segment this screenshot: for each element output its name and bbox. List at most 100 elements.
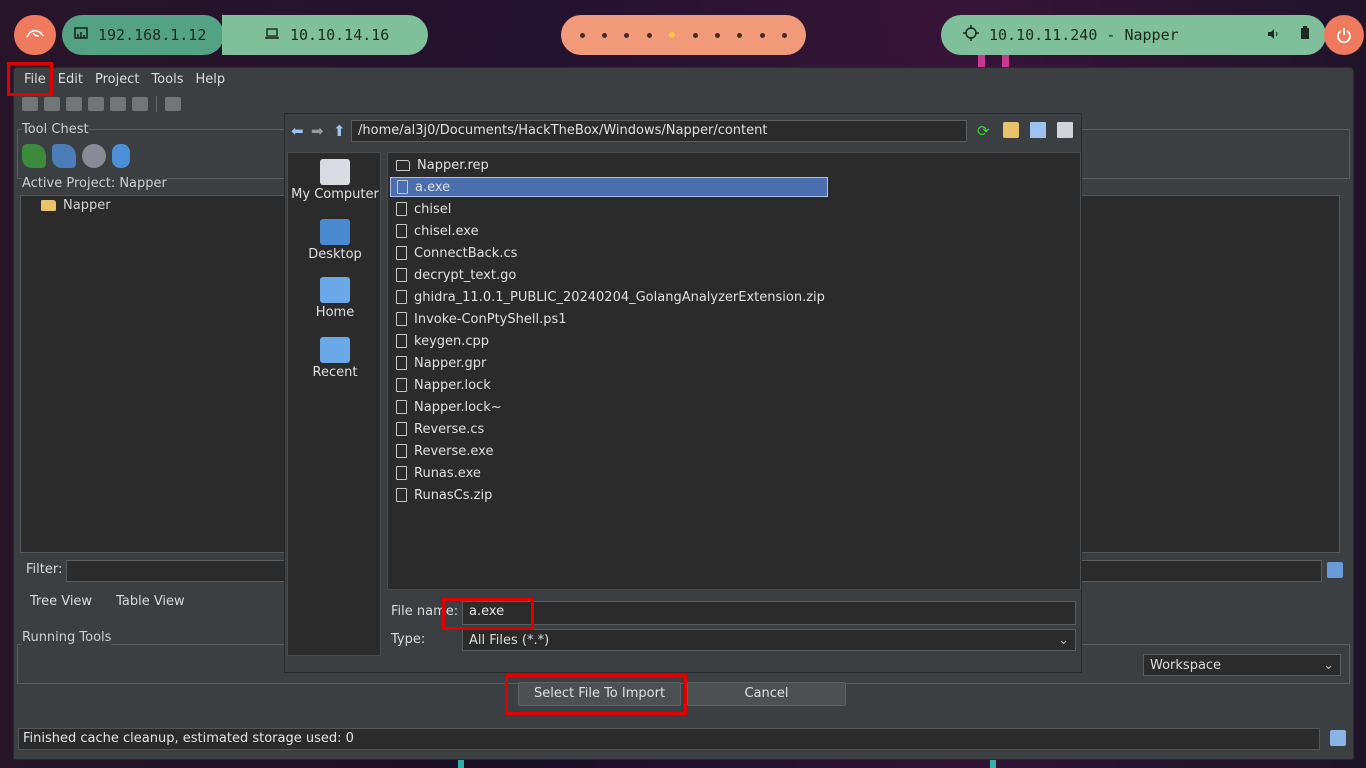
workspace-dot-4[interactable] <box>646 32 652 38</box>
menu-tools[interactable]: Tools <box>145 72 189 87</box>
file-list-item[interactable]: Invoke-ConPtyShell.ps1 <box>390 309 828 329</box>
close-project-icon[interactable] <box>66 97 82 111</box>
file-name: Napper.gpr <box>414 355 487 371</box>
power-button[interactable] <box>1324 15 1364 55</box>
file-name: Napper.rep <box>417 157 489 173</box>
file-list-item[interactable]: ghidra_11.0.1_PUBLIC_20240204_GolangAnal… <box>390 287 828 307</box>
laptop-icon <box>264 26 280 44</box>
local-ip-text: 192.168.1.12 <box>98 26 207 44</box>
file-list-item[interactable]: keygen.cpp <box>390 331 828 351</box>
filter-label: Filter: <box>26 562 63 577</box>
battery-icon[interactable] <box>1300 26 1310 44</box>
back-arrow-icon[interactable]: ⬅ <box>291 122 304 140</box>
volume-icon[interactable] <box>1267 26 1279 44</box>
list-view-icon[interactable] <box>1057 122 1073 138</box>
kali-logo-button[interactable] <box>14 15 56 55</box>
file-icon <box>396 444 407 458</box>
forward-arrow-icon[interactable]: ➡ <box>311 122 324 140</box>
place-home[interactable]: Home <box>288 277 382 320</box>
target-text: 10.10.11.240 - Napper <box>989 26 1179 44</box>
version-tracking-icon[interactable] <box>82 144 106 168</box>
code-browser-dragon-icon[interactable] <box>22 144 46 168</box>
workspace-select-value: Workspace <box>1150 658 1222 673</box>
new-folder-icon[interactable] <box>1003 122 1019 138</box>
emulator-icon[interactable] <box>112 144 130 168</box>
file-icon <box>396 488 407 502</box>
file-list-item[interactable]: Napper.lock~ <box>390 397 828 417</box>
debugger-icon[interactable] <box>52 144 76 168</box>
file-list-item[interactable]: Napper.rep <box>390 155 828 175</box>
file-list[interactable]: Napper.rep a.exe chisel chisel.exe ConnectBa… <box>387 152 1081 590</box>
power-icon <box>1337 28 1351 43</box>
workspace-dot-3[interactable] <box>624 32 630 38</box>
computer-icon <box>320 159 350 185</box>
workspace-select[interactable]: Workspace ⌄ <box>1143 654 1341 676</box>
running-tools-title: Running Tools <box>22 630 112 645</box>
path-field[interactable]: /home/al3j0/Documents/HackTheBox/Windows… <box>351 120 967 142</box>
workspace-dot-7[interactable] <box>715 32 721 38</box>
menu-edit[interactable]: Edit <box>52 72 89 87</box>
file-list-item[interactable]: chisel <box>390 199 828 219</box>
menu-help[interactable]: Help <box>189 72 231 87</box>
console-icon[interactable] <box>1330 730 1346 746</box>
new-project-icon[interactable] <box>22 97 38 111</box>
vpn-ip-widget[interactable]: 10.10.14.16 <box>222 15 428 55</box>
file-icon <box>396 246 407 260</box>
workspace-dot-5[interactable] <box>669 32 676 38</box>
clear-filter-icon[interactable] <box>1327 562 1343 578</box>
status-text: Finished cache cleanup, estimated storag… <box>23 731 354 746</box>
tab-tree-view[interactable]: Tree View <box>18 589 104 617</box>
dragon-icon <box>26 29 44 38</box>
file-list-item[interactable]: Reverse.exe <box>390 441 828 461</box>
target-widget[interactable]: 10.10.11.240 - Napper <box>941 15 1258 55</box>
tree-root-napper[interactable]: Napper <box>41 198 111 213</box>
file-chooser-dialog: ⬅ ➡ ⬆ /home/al3j0/Documents/HackTheBox/W… <box>284 113 1082 673</box>
file-list-item[interactable]: RunasCs.zip <box>390 485 828 505</box>
workspace-dot-2[interactable] <box>602 32 608 38</box>
details-view-icon[interactable] <box>1030 122 1046 138</box>
chevron-down-icon: ⌄ <box>1323 658 1334 673</box>
vpn-ip-text: 10.10.14.16 <box>290 26 390 44</box>
file-icon <box>396 202 407 216</box>
refresh-icon[interactable] <box>165 97 181 111</box>
workspace-dot-6[interactable] <box>692 32 698 38</box>
refresh-icon[interactable]: ⟳ <box>977 122 993 140</box>
file-name: RunasCs.zip <box>414 487 493 503</box>
main-toolbar <box>22 94 181 114</box>
folder-icon <box>396 159 410 171</box>
cancel-button[interactable]: Cancel <box>687 682 846 706</box>
archive-project-icon[interactable] <box>110 97 126 111</box>
menu-project[interactable]: Project <box>89 72 145 87</box>
place-my-computer[interactable]: My Computer <box>288 159 382 202</box>
up-arrow-icon[interactable]: ⬆ <box>333 122 346 140</box>
file-list-item[interactable]: decrypt_text.go <box>390 265 828 285</box>
workspace-dot-10[interactable] <box>782 32 788 38</box>
workspace-dot-9[interactable] <box>759 32 765 38</box>
file-list-item[interactable]: ConnectBack.cs <box>390 243 828 263</box>
file-list-item[interactable]: Reverse.cs <box>390 419 828 439</box>
status-bar: Finished cache cleanup, estimated storag… <box>18 728 1320 750</box>
save-project-icon[interactable] <box>88 97 104 111</box>
share-project-icon[interactable] <box>132 97 148 111</box>
file-name: Reverse.exe <box>414 443 494 459</box>
file-list-item[interactable]: Runas.exe <box>390 463 828 483</box>
workspace-dot-1[interactable] <box>579 32 585 38</box>
place-recent[interactable]: Recent <box>288 337 382 380</box>
file-list-item[interactable]: Napper.gpr <box>390 353 828 373</box>
file-icon <box>396 378 407 392</box>
tab-table-view[interactable]: Table View <box>104 589 197 617</box>
file-name-input[interactable]: a.exe <box>462 601 1076 625</box>
local-ip-widget[interactable]: 192.168.1.12 <box>62 15 224 55</box>
file-name: decrypt_text.go <box>414 267 517 283</box>
file-list-item[interactable]: chisel.exe <box>390 221 828 241</box>
open-project-icon[interactable] <box>44 97 60 111</box>
file-list-item[interactable]: a.exe <box>390 177 828 197</box>
workspace-dot-8[interactable] <box>737 32 743 38</box>
file-name: a.exe <box>415 179 451 195</box>
tool-chest-icons <box>22 144 130 168</box>
type-select[interactable]: All Files (*.*) ⌄ <box>462 629 1076 651</box>
place-desktop[interactable]: Desktop <box>288 219 382 262</box>
workspace-switcher[interactable] <box>561 15 806 55</box>
file-list-item[interactable]: Napper.lock <box>390 375 828 395</box>
path-text: /home/al3j0/Documents/HackTheBox/Windows… <box>358 123 768 138</box>
